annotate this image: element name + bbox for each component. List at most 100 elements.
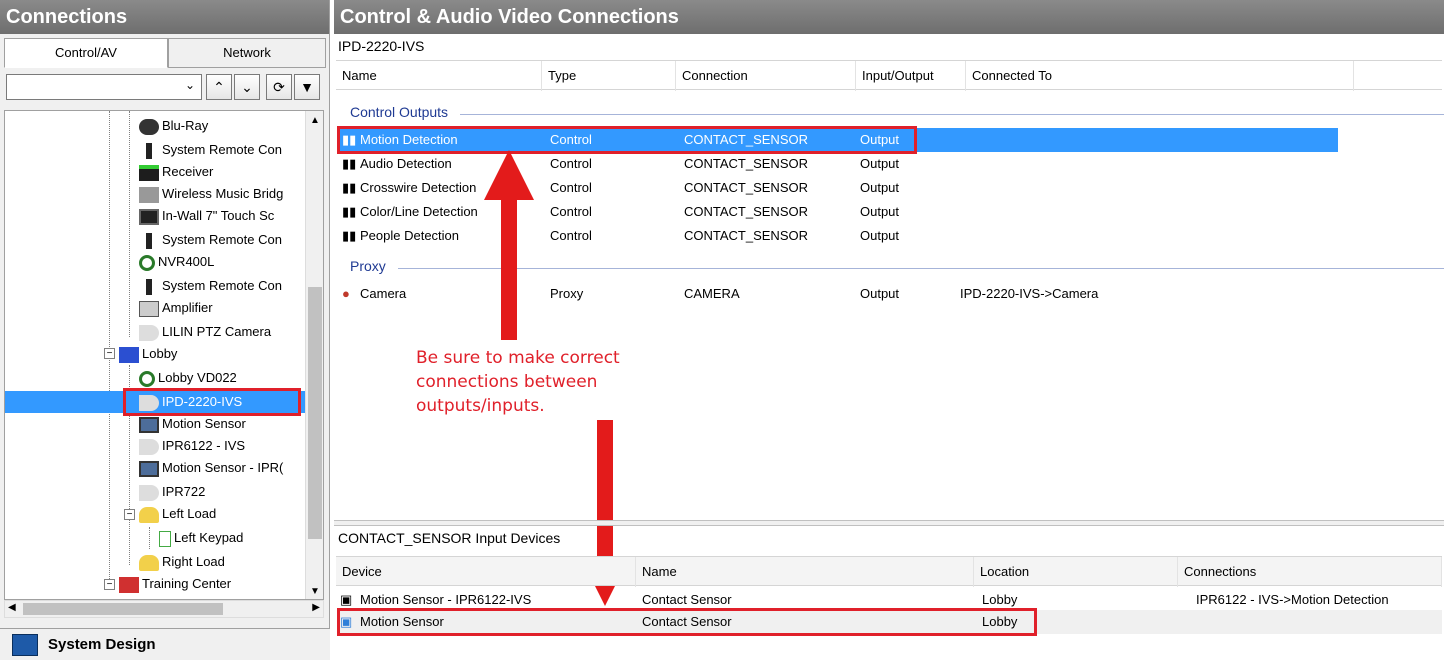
tree-item-label: System Remote Con [162, 232, 282, 247]
scroll-right-icon[interactable]: ▶ [312, 602, 320, 613]
column-header-name[interactable]: Name [336, 61, 542, 91]
move-up-button[interactable]: ⌃ [206, 74, 232, 100]
scrollbar-thumb[interactable] [308, 287, 322, 539]
tree-item-remote[interactable]: System Remote Con [139, 275, 282, 297]
tree-item-music-bridge[interactable]: Wireless Music Bridg [139, 183, 283, 205]
system-design-button[interactable]: System Design [0, 628, 330, 660]
camera-icon [139, 484, 159, 501]
system-design-icon [12, 634, 38, 656]
tree-item-label: LILIN PTZ Camera [162, 324, 272, 339]
tree-item-label: Receiver [162, 164, 214, 179]
row-name: Color/Line Detection [360, 204, 478, 219]
pane-splitter[interactable] [334, 520, 1444, 526]
column-header-device[interactable]: Device [336, 557, 636, 587]
tree-item-nvr400l[interactable]: NVR400L [139, 251, 214, 273]
tree-item-touchscreen[interactable]: In-Wall 7" Touch Sc [139, 205, 274, 227]
row-name: Camera [360, 286, 407, 301]
scroll-left-icon[interactable]: ◀ [8, 602, 16, 613]
load-icon [139, 506, 159, 523]
tree-item-remote[interactable]: System Remote Con [139, 229, 282, 251]
tree-item-motion-sensor-ipr[interactable]: Motion Sensor - IPR( [139, 457, 283, 479]
tree-item-label: Training Center [142, 576, 232, 591]
row-name: Audio Detection [360, 156, 452, 171]
nvr-icon [139, 254, 155, 271]
tree-item-receiver[interactable]: Receiver [139, 161, 213, 183]
control-connector-icon: ▮▮ [342, 180, 357, 195]
column-header-location[interactable]: Location [974, 557, 1178, 587]
tree-item-ipr722[interactable]: IPR722 [139, 481, 205, 503]
column-header-name[interactable]: Name [636, 557, 974, 587]
tree-vertical-scrollbar[interactable]: ▲ ▼ [305, 111, 323, 599]
filter-icon: ▼ [300, 79, 314, 95]
group-divider [460, 114, 1444, 115]
refresh-icon: ⟳ [273, 79, 285, 95]
scrollbar-thumb[interactable] [23, 603, 223, 615]
row-type: Control [550, 156, 592, 171]
group-divider [398, 268, 1444, 269]
tree-item-lobby[interactable]: Lobby [119, 343, 177, 365]
column-header-input-output[interactable]: Input/Output [856, 61, 966, 91]
tree-item-remote[interactable]: System Remote Con [139, 139, 282, 161]
tree-item-left-load[interactable]: Left Load [139, 503, 216, 525]
tree-filter-dropdown[interactable]: ⌄ [6, 74, 202, 100]
tree-item-label: In-Wall 7" Touch Sc [162, 208, 275, 223]
annotation-highlight-input-row [337, 608, 1037, 636]
scroll-down-icon[interactable]: ▼ [310, 586, 320, 597]
tree-guide [129, 111, 130, 337]
column-header-type[interactable]: Type [542, 61, 676, 91]
row-name: Crosswire Detection [360, 180, 477, 195]
tab-control-av[interactable]: Control/AV [4, 38, 168, 68]
annotation-note-line: Be sure to make correct [416, 348, 620, 368]
chevron-down-icon: ⌄ [184, 78, 195, 92]
collapse-left-load-toggle[interactable]: − [124, 509, 135, 520]
filter-button[interactable]: ▼ [294, 74, 320, 100]
annotation-highlight-tree-item [123, 388, 301, 416]
tree-item-amplifier[interactable]: Amplifier [139, 297, 213, 319]
tree-item-label: IPR722 [162, 484, 206, 499]
control-connector-icon: ▮▮ [342, 204, 357, 219]
room-icon [119, 346, 139, 363]
camera-icon [139, 438, 159, 455]
group-label-control-outputs: Control Outputs [350, 104, 449, 120]
tree-item-label: System Remote Con [162, 278, 282, 293]
row-connection: CONTACT_SENSOR [684, 204, 808, 219]
annotation-arrow-up-icon [484, 150, 534, 340]
tree-guide [149, 527, 150, 549]
column-header-connected-to[interactable]: Connected To [966, 61, 1354, 91]
tree-item-label: Motion Sensor [162, 416, 246, 431]
column-header-connection[interactable]: Connection [676, 61, 856, 91]
tree-item-motion-sensor[interactable]: Motion Sensor [139, 413, 246, 435]
tree-horizontal-scrollbar[interactable]: ◀ ▶ [4, 600, 324, 618]
annotation-note-line: connections between [416, 372, 598, 392]
tree-item-ipr6122[interactable]: IPR6122 - IVS [139, 435, 245, 457]
tree-item-lobby-vd022[interactable]: Lobby VD022 [139, 367, 237, 389]
tree-item-bluray[interactable]: Blu-Ray [139, 115, 208, 137]
refresh-button[interactable]: ⟳ [266, 74, 292, 100]
nvr-icon [139, 370, 155, 387]
scroll-up-icon[interactable]: ▲ [310, 115, 320, 126]
keypad-icon [159, 530, 171, 547]
project-tree[interactable]: Blu-Ray System Remote Con Receiver Wirel… [4, 110, 324, 600]
row-name: People Detection [360, 228, 460, 243]
row-io: Output [860, 204, 900, 219]
tree-item-left-keypad[interactable]: Left Keypad [159, 527, 243, 549]
collapse-lobby-toggle[interactable]: − [104, 348, 115, 359]
tree-item-right-load[interactable]: Right Load [139, 551, 225, 573]
tree-item-label: Wireless Music Bridg [162, 186, 284, 201]
collapse-training-center-toggle[interactable]: − [104, 579, 115, 590]
connections-tabs: Control/AV Network [4, 38, 326, 68]
annotation-note-line: outputs/inputs. [416, 396, 545, 416]
tree-item-label: Lobby [142, 346, 178, 361]
tree-item-lilin-camera[interactable]: LILIN PTZ Camera [139, 321, 271, 343]
tree-item-label: Amplifier [162, 300, 213, 315]
tree-item-label: Right Load [162, 554, 225, 569]
row-connected-to: IPD-2220-IVS->Camera [960, 286, 1099, 301]
move-down-button[interactable]: ⌄ [234, 74, 260, 100]
tree-item-training-center[interactable]: Training Center [119, 573, 231, 595]
system-design-label: System Design [48, 636, 156, 653]
column-header-connections[interactable]: Connections [1178, 557, 1442, 587]
tab-network[interactable]: Network [168, 38, 326, 68]
row-io: Output [860, 156, 900, 171]
tree-item-label: Blu-Ray [162, 118, 209, 133]
amplifier-icon [139, 300, 159, 317]
